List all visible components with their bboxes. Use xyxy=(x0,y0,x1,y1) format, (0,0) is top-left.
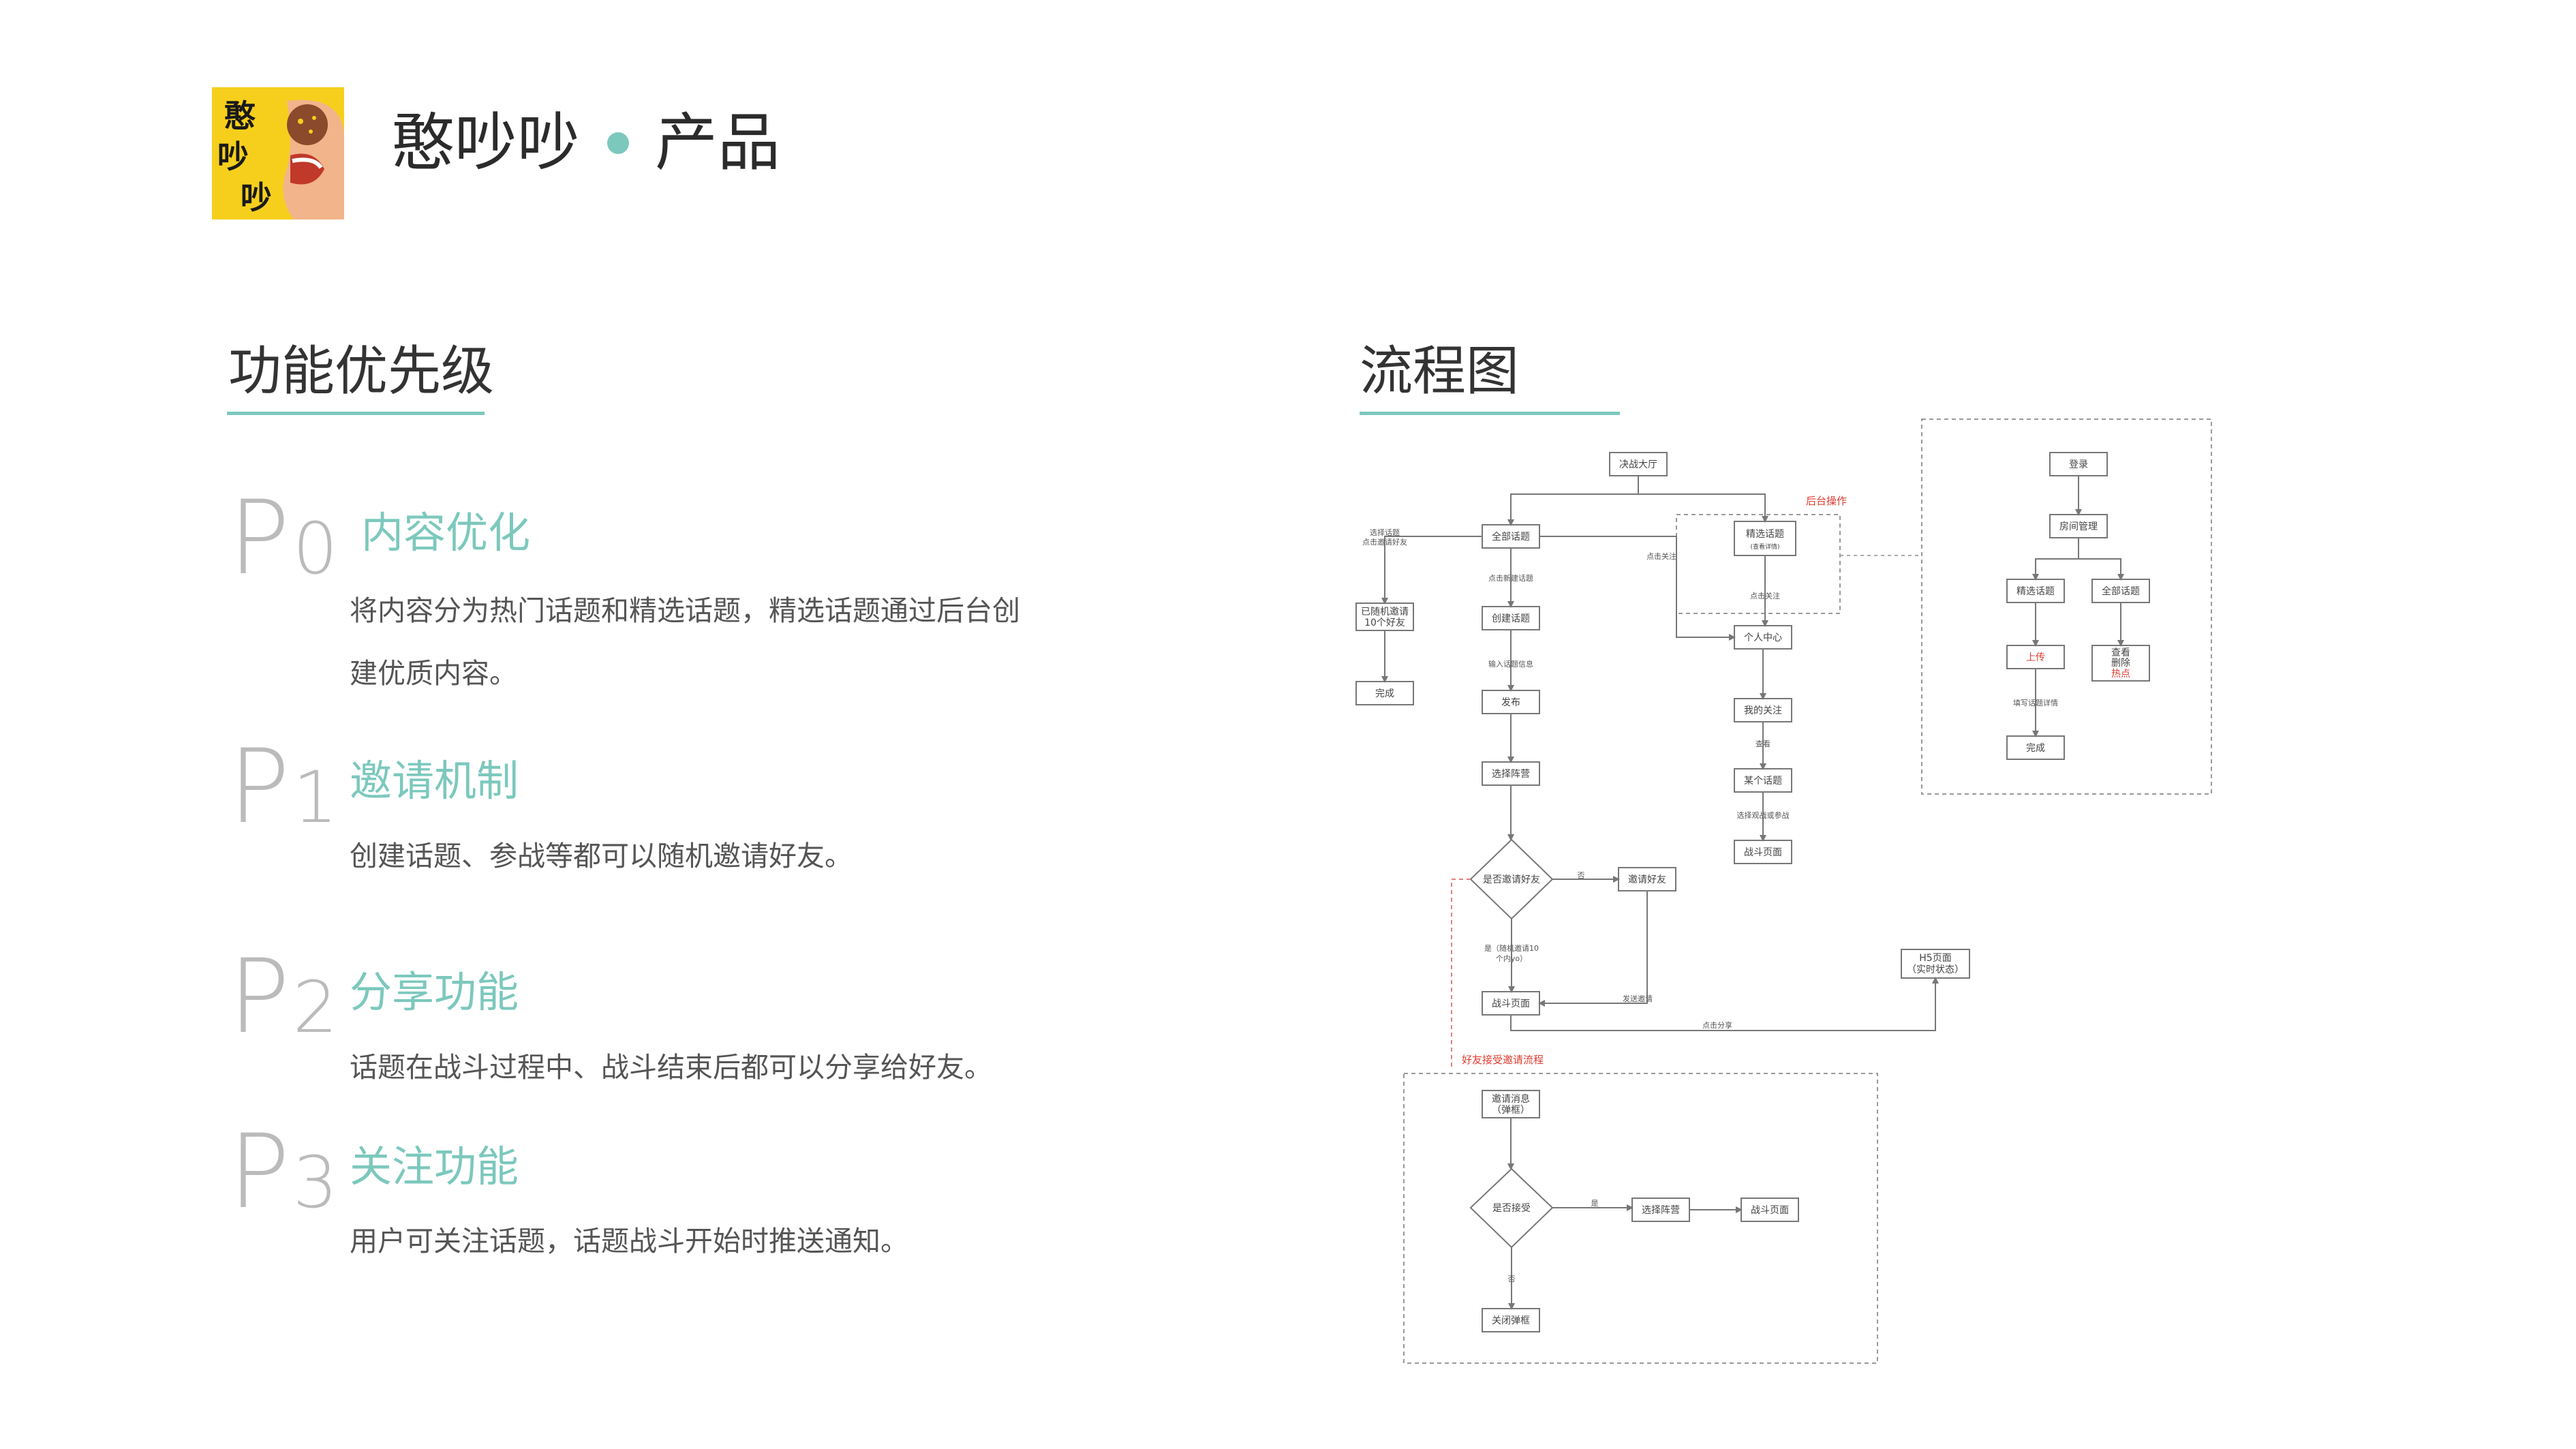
label-publish: 发布 xyxy=(1501,697,1520,708)
label-delete: 删除 xyxy=(2111,658,2130,669)
priority-desc-p2: 话题在战斗过程中、战斗结束后都可以分享给好友。 xyxy=(350,1051,992,1084)
backend-note: 后台操作 xyxy=(1806,495,1847,507)
label-invite-friend: 邀请好友 xyxy=(1628,874,1666,885)
edge-fill-detail: 填写话题详情 xyxy=(2013,698,2058,707)
label-close-popup: 关闭弹框 xyxy=(1492,1315,1530,1326)
priority-desc-p3: 用户可关注话题，话题战斗开始时推送通知。 xyxy=(350,1225,908,1257)
edge-click-share: 点击分享 xyxy=(1702,1020,1732,1030)
priority-title-underline xyxy=(227,412,485,415)
edge-no: 否 xyxy=(1578,871,1585,880)
friend-flow-box xyxy=(1403,1073,1878,1364)
label-done-left: 完成 xyxy=(1375,688,1394,699)
edge-view: 查看 xyxy=(1755,739,1770,748)
edge-choose-join: 选择观战或参战 xyxy=(1737,810,1790,820)
edge-choose-topic-1: 选择话题 xyxy=(1370,528,1400,537)
app-name: 憨吵吵 xyxy=(392,106,581,179)
label-h5-2: （实时状态） xyxy=(1907,964,1964,975)
label-battle-2: 战斗页面 xyxy=(1751,1205,1789,1216)
label-hall: 决战大厅 xyxy=(1619,459,1657,470)
priority-desc-p0-line1: 将内容分为热门话题和精选话题，精选话题通过后台创 xyxy=(350,594,1020,627)
logo-char-1: 憨 xyxy=(224,97,256,134)
edge-choose-topic-2: 点击邀请好友 xyxy=(1362,537,1407,547)
edge-click-follow: 点击关注 xyxy=(1646,551,1676,561)
edge-click-follow-2: 点击关注 xyxy=(1750,591,1780,600)
label-h5-1: H5页面 xyxy=(1919,953,1951,964)
priority-section-title: 功能优先级 xyxy=(228,341,495,402)
label-login: 登录 xyxy=(2069,459,2088,470)
priority-code-p0: P0 xyxy=(228,479,338,598)
label-accept-q: 是否接受 xyxy=(1492,1202,1531,1214)
priority-title-p2: 分享功能 xyxy=(350,967,519,1017)
edge-yes-random-1: 是（随机邀请10 xyxy=(1484,943,1539,953)
label-invite-q: 是否邀请好友 xyxy=(1483,874,1540,885)
priority-title-p0: 内容优化 xyxy=(361,508,531,558)
label-all-topics: 全部话题 xyxy=(1492,531,1530,543)
priority-code-p3: P3 xyxy=(228,1113,338,1232)
edge-click-create: 点击新建话题 xyxy=(1488,573,1533,583)
page-header: 憨吵吵 产品 xyxy=(392,102,780,184)
label-random-left-2: 10个好友 xyxy=(1364,617,1405,628)
label-adm-all: 全部话题 xyxy=(2102,585,2140,597)
label-adm-done: 完成 xyxy=(2026,743,2045,754)
edge-yes-random-2: 个内yo） xyxy=(1496,954,1527,963)
label-upload: 上传 xyxy=(2026,652,2045,663)
label-choose-side: 选择阵营 xyxy=(1492,769,1530,780)
edge-no2: 否 xyxy=(1508,1275,1516,1283)
label-random-left-1: 已随机邀请 xyxy=(1361,607,1409,617)
label-battle-r: 战斗页面 xyxy=(1744,847,1782,858)
label-room-mgmt: 房间管理 xyxy=(2059,521,2098,532)
edge-send-invite: 发送邀请 xyxy=(1623,994,1653,1003)
label-some-topic: 某个话题 xyxy=(1744,776,1782,787)
priority-title-p1: 邀请机制 xyxy=(350,756,519,806)
label-hot: 热点 xyxy=(2111,669,2130,680)
priority-desc-p0-line2: 建优质内容。 xyxy=(350,657,517,690)
label-featured-sub: (查看详情) xyxy=(1750,543,1779,551)
priority-code-p2: P2 xyxy=(228,938,338,1056)
label-choose-side-2: 选择阵营 xyxy=(1642,1205,1680,1216)
flowchart: 决战大厅 全部话题 精选话题 (查看详情) 已随机邀请 10个好友 完成 创建话… xyxy=(1355,418,2212,1364)
label-adm-featured: 精选话题 xyxy=(2017,586,2055,597)
edge-yes: 是 xyxy=(1591,1199,1599,1208)
label-my-follow: 我的关注 xyxy=(1744,705,1782,716)
label-view: 查看 xyxy=(2111,647,2130,658)
label-invite-msg-1: 邀请消息 xyxy=(1492,1093,1530,1105)
logo-char-3: 吵 xyxy=(241,179,272,216)
priority-title-p3: 关注功能 xyxy=(350,1142,519,1191)
friend-flow-note: 好友接受邀请流程 xyxy=(1462,1054,1544,1066)
label-invite-msg-2: （弹框） xyxy=(1492,1105,1530,1116)
section-name: 产品 xyxy=(655,106,781,179)
edge-input-info: 输入话题信息 xyxy=(1488,659,1533,669)
label-featured: 精选话题 xyxy=(1746,529,1784,540)
label-create: 创建话题 xyxy=(1492,613,1530,624)
priority-desc-p1: 创建话题、参战等都可以随机邀请好友。 xyxy=(350,840,853,872)
label-battle: 战斗页面 xyxy=(1492,998,1530,1009)
priority-code-p1: P1 xyxy=(228,728,338,846)
app-logo: 憨 吵 吵 xyxy=(212,87,344,219)
label-personal: 个人中心 xyxy=(1744,632,1782,643)
flowchart-section-title: 流程图 xyxy=(1360,341,1520,402)
separator-dot xyxy=(607,132,630,154)
logo-char-2: 吵 xyxy=(217,138,249,175)
